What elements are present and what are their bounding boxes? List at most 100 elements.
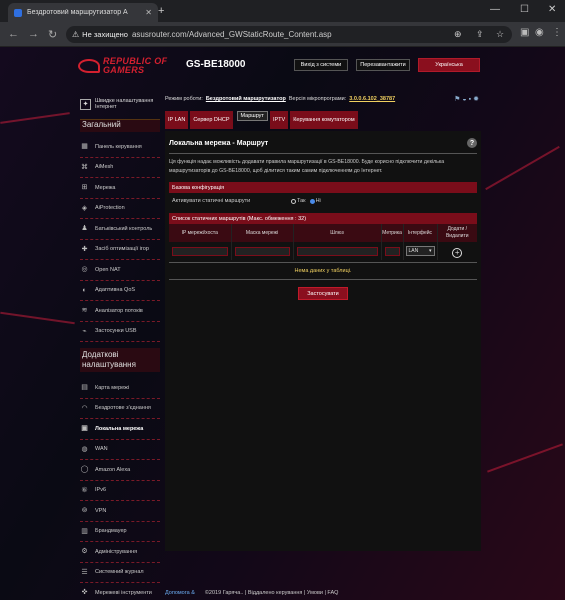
tab-iptv[interactable]: IPTV bbox=[269, 111, 289, 129]
rog-brand: REPUBLIC OF GAMERS bbox=[103, 57, 167, 75]
dashboard-icon: ▦ bbox=[81, 143, 88, 151]
menu-icon[interactable]: ⋮ bbox=[552, 27, 562, 38]
vpn-icon: ⊚ bbox=[81, 507, 88, 515]
radio-no[interactable] bbox=[309, 198, 315, 204]
alexa-icon: ◯ bbox=[80, 466, 89, 474]
browser-tab[interactable]: Бездротовий маршрутизатор А ✕ bbox=[8, 3, 158, 22]
close-window-icon[interactable]: ✕ bbox=[548, 4, 556, 15]
metric-input[interactable] bbox=[384, 246, 400, 256]
extensions-icon[interactable]: ▣ bbox=[520, 27, 529, 38]
section-advanced: Додаткові налаштування bbox=[80, 348, 160, 372]
tab-switch-control[interactable]: Керування комутатором bbox=[290, 111, 358, 129]
gateway-input[interactable] bbox=[296, 246, 378, 256]
menu-label: Батьківський контроль bbox=[95, 225, 153, 232]
main-content: Режим роботи: Бездротовий маршрутизатор … bbox=[165, 93, 481, 551]
settings-status-icon[interactable]: ✹ bbox=[473, 96, 481, 103]
firmware-link[interactable]: 3.0.0.6.102_38787 bbox=[349, 96, 395, 102]
mask-input[interactable] bbox=[234, 246, 290, 256]
radio-yes[interactable] bbox=[291, 198, 296, 204]
radio-yes-label: Так bbox=[297, 198, 306, 204]
ip-cell bbox=[169, 242, 232, 260]
traffic-icon: ≋ bbox=[81, 307, 88, 315]
interface-select[interactable]: LAN ▾ bbox=[405, 246, 435, 256]
mode-line: Режим роботи: Бездротовий маршрутизатор … bbox=[165, 93, 481, 105]
menu-item-vpn[interactable]: ⊚ VPN bbox=[80, 501, 160, 522]
header: REPUBLIC OF GAMERS GS-BE18000 Вихід з си… bbox=[78, 55, 488, 85]
menu-item-aiprotection[interactable]: ◈ AiProtection bbox=[80, 199, 160, 219]
rog-logo-icon bbox=[78, 59, 100, 73]
help-link[interactable]: Допомога & bbox=[165, 590, 195, 596]
basic-config-header: Базова конфігурація bbox=[169, 182, 477, 193]
menu-item-network-map[interactable]: ▤ Карта мережі bbox=[80, 378, 160, 399]
reload-icon[interactable]: ↻ bbox=[48, 28, 57, 41]
menu-item-game-boost[interactable]: ✚ Засіб оптимізації ігор bbox=[80, 240, 160, 260]
url-text: asusrouter.com/Advanced_GWStaticRoute_Co… bbox=[131, 30, 332, 39]
menu-label: Адаптивна QoS bbox=[95, 287, 136, 294]
mask-cell bbox=[231, 242, 294, 260]
status-icons: ⚑◒▪✹ bbox=[454, 95, 481, 103]
menu-item-tools[interactable]: ✜ Мережеві інструменти bbox=[80, 583, 160, 600]
menu-item-parental[interactable]: ♟ Батьківський контроль bbox=[80, 219, 160, 240]
menu-item-network[interactable]: ⊞ Мережа bbox=[80, 178, 160, 199]
globe-icon: ◍ bbox=[81, 445, 88, 453]
menu-label: Мережеві інструменти bbox=[95, 589, 152, 596]
quick-setup-label: Швидке налаштування Інтернет bbox=[95, 98, 154, 110]
maximize-icon[interactable]: ☐ bbox=[520, 4, 529, 15]
input-row: LAN ▾ + bbox=[169, 242, 477, 260]
interface-cell: LAN ▾ bbox=[403, 242, 438, 260]
tools-icon: ✜ bbox=[81, 589, 88, 597]
menu-item-usb[interactable]: ⌁ Застосунки USB bbox=[80, 322, 160, 342]
menu-item-lan[interactable]: ▣ Локальна мережа bbox=[80, 419, 160, 440]
menu-item-admin[interactable]: ⚙ Адміністрування bbox=[80, 542, 160, 563]
menu-label: Мережа bbox=[95, 184, 116, 191]
ipv6-icon: ⑥ bbox=[81, 486, 88, 494]
mode-link[interactable]: Бездротовий маршрутизатор bbox=[206, 96, 286, 102]
menu-label: WAN bbox=[95, 446, 108, 453]
language-select[interactable]: Українська bbox=[418, 58, 480, 72]
add-cell: + bbox=[437, 242, 477, 260]
shield-icon: ◈ bbox=[81, 204, 88, 212]
footer: Допомога & ©2019 Гаряча.. | Віддалено ке… bbox=[165, 590, 465, 596]
menu-item-traffic[interactable]: ≋ Аналізатор потоків bbox=[80, 301, 160, 322]
minimize-icon[interactable]: — bbox=[490, 4, 500, 15]
col-gateway: Шлюз bbox=[293, 224, 382, 242]
logout-button[interactable]: Вихід з системи bbox=[294, 59, 348, 71]
network-icon: ⊞ bbox=[81, 184, 88, 192]
menu-label: Amazon Alexa bbox=[95, 466, 131, 473]
menu-item-firewall[interactable]: ▥ Брандмауер bbox=[80, 522, 160, 542]
tab-ip-lan[interactable]: IP LAN bbox=[165, 111, 189, 129]
menu-item-syslog[interactable]: ☰ Системний журнал bbox=[80, 563, 160, 583]
col-ip: IP мережі/хоста bbox=[169, 224, 232, 242]
router-page: REPUBLIC OF GAMERS GS-BE18000 Вихід з си… bbox=[0, 47, 565, 600]
menu-item-alexa[interactable]: ◯ Amazon Alexa bbox=[80, 460, 160, 481]
decor-stripe bbox=[485, 145, 560, 191]
menu-item-qos[interactable]: ◐ Адаптивна QoS bbox=[80, 281, 160, 301]
menu-item-wireless[interactable]: ◠ Бездротове з'єднання bbox=[80, 399, 160, 419]
forward-icon[interactable]: → bbox=[28, 28, 39, 40]
col-mask: Маска мережі bbox=[231, 224, 294, 242]
add-route-icon[interactable]: + bbox=[452, 248, 463, 258]
menu-item-dashboard[interactable]: ▦ Панель керування bbox=[80, 137, 160, 158]
share-icon[interactable]: ⇪ bbox=[476, 29, 484, 40]
quick-setup-link[interactable]: ✦ Швидке налаштування Інтернет bbox=[80, 95, 160, 113]
profile-icon[interactable]: ◉ bbox=[535, 27, 544, 38]
page-title-text: Локальна мережа - Маршрут bbox=[169, 139, 269, 147]
apply-button[interactable]: Застосувати bbox=[298, 287, 348, 300]
ip-input[interactable] bbox=[172, 246, 228, 256]
tab-dhcp[interactable]: Сервер DHCP bbox=[190, 111, 233, 129]
reboot-button[interactable]: Перезавантажити bbox=[356, 59, 410, 71]
close-tab-icon[interactable]: ✕ bbox=[145, 8, 152, 17]
tab-route[interactable]: Маршрут bbox=[236, 111, 268, 121]
back-icon[interactable]: ← bbox=[8, 28, 19, 40]
menu-item-wan[interactable]: ◍ WAN bbox=[80, 440, 160, 460]
bookmark-icon[interactable]: ☆ bbox=[496, 29, 504, 40]
new-tab-icon[interactable]: + bbox=[158, 5, 164, 17]
menu-item-ipv6[interactable]: ⑥ IPv6 bbox=[80, 481, 160, 501]
menu-item-open-nat[interactable]: ◎ Open NAT bbox=[80, 260, 160, 281]
help-icon[interactable]: ? bbox=[467, 138, 477, 148]
decor-stripe bbox=[487, 443, 563, 473]
zoom-icon[interactable]: ⊕ bbox=[454, 29, 462, 40]
menu-item-aimesh[interactable]: ⌘ AiMesh bbox=[80, 158, 160, 178]
browser-tab-bar: Бездротовий маршрутизатор А ✕ + — ☐ ✕ bbox=[0, 0, 565, 22]
omnibox[interactable]: ⚠ Не захищено asusrouter.com/Advanced_GW… bbox=[66, 26, 512, 43]
